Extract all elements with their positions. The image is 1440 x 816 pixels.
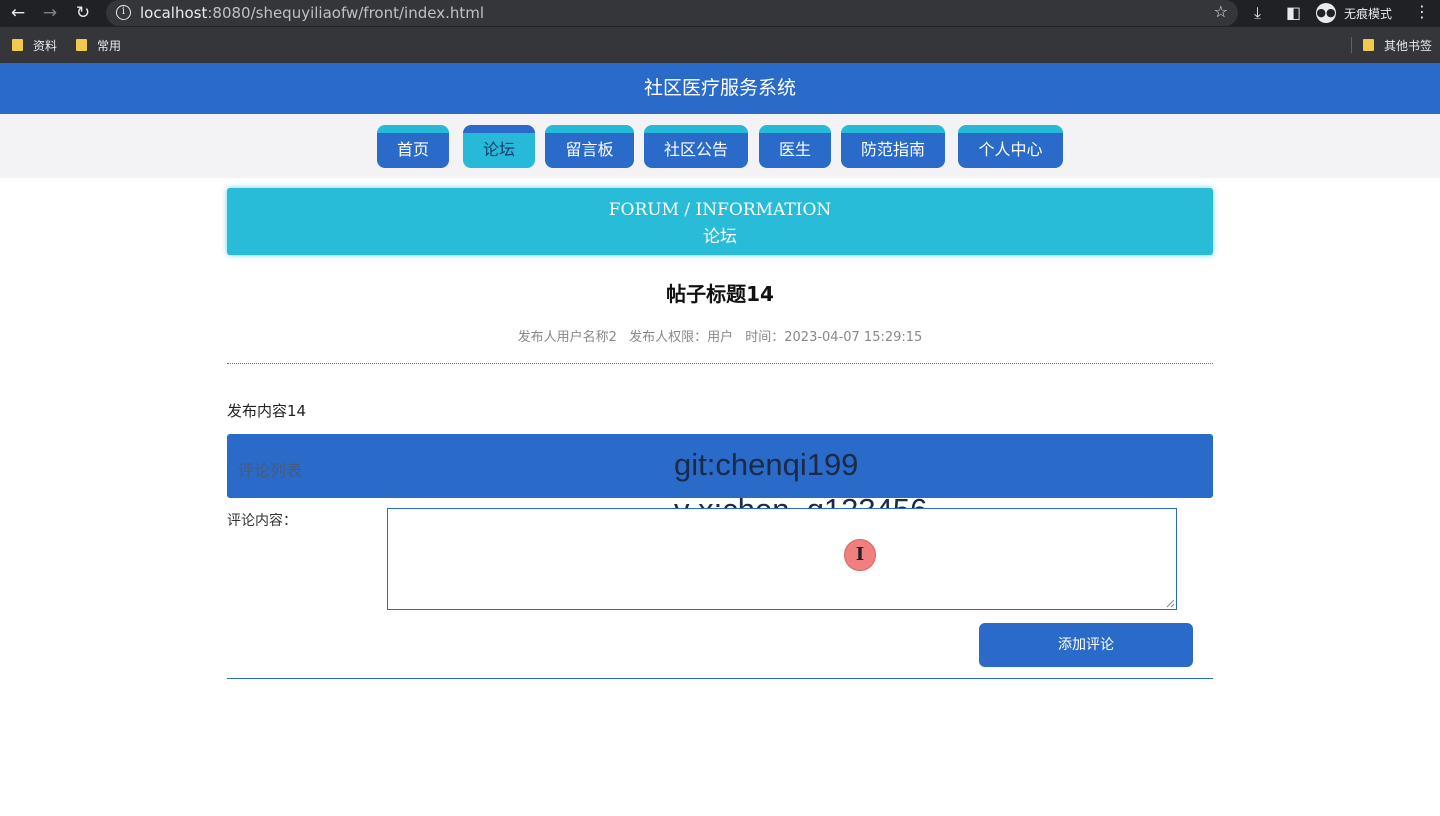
side-panel-icon[interactable]: ◧ bbox=[1286, 3, 1301, 23]
post-author: 发布人用户名称2 bbox=[517, 330, 617, 345]
nav-personal-center[interactable]: 个人中心 bbox=[958, 125, 1063, 168]
section-banner: FORUM / INFORMATION 论坛 bbox=[227, 188, 1213, 255]
nav-home[interactable]: 首页 bbox=[377, 125, 449, 168]
menu-dots-icon[interactable]: ⋮ bbox=[1414, 2, 1430, 21]
bookmark-folder-1[interactable]: 资料 bbox=[12, 37, 57, 54]
folder-icon bbox=[76, 39, 87, 51]
comment-textarea[interactable] bbox=[387, 508, 1177, 610]
add-comment-button[interactable]: 添加评论 bbox=[979, 623, 1193, 667]
text-cursor-icon: I bbox=[844, 539, 876, 571]
nav-announcements[interactable]: 社区公告 bbox=[644, 125, 748, 168]
resize-grip-icon[interactable] bbox=[1165, 598, 1175, 608]
forward-arrow-icon[interactable]: → bbox=[39, 2, 61, 24]
bookmarks-divider bbox=[1351, 37, 1352, 53]
post-role: 发布人权限：用户 bbox=[629, 330, 734, 345]
bottom-divider bbox=[227, 678, 1213, 679]
incognito-icon[interactable]: ●● bbox=[1316, 3, 1336, 23]
comment-field-label: 评论内容： bbox=[227, 513, 297, 529]
post-meta: 发布人用户名称2 发布人权限：用户 时间：2023-04-07 15:29:15 bbox=[0, 326, 1440, 345]
reload-icon[interactable]: ↻ bbox=[72, 2, 94, 24]
nav-message-board[interactable]: 留言板 bbox=[545, 125, 634, 168]
bookmarks-bar: 资料 常用 其他书签 bbox=[0, 27, 1440, 63]
site-title: 社区医疗服务系统 bbox=[0, 63, 1440, 114]
folder-icon bbox=[1363, 39, 1374, 51]
bookmark-folder-2[interactable]: 常用 bbox=[76, 37, 121, 54]
comment-list-label: 评论列表 bbox=[238, 461, 303, 480]
post-time: 时间：2023-04-07 15:29:15 bbox=[745, 330, 923, 345]
nav-prevention-guide[interactable]: 防范指南 bbox=[841, 125, 945, 168]
site-info-icon[interactable]: i bbox=[116, 5, 131, 20]
nav-doctors[interactable]: 医生 bbox=[759, 125, 831, 168]
address-bar[interactable]: i localhost:8080/shequyiliaofw/front/ind… bbox=[106, 0, 1238, 26]
incognito-label[interactable]: 无痕模式 bbox=[1344, 5, 1392, 22]
divider bbox=[227, 363, 1213, 364]
browser-toolbar: ← → ↻ i localhost:8080/shequyiliaofw/fro… bbox=[0, 0, 1440, 27]
download-icon[interactable]: ⤓ bbox=[1254, 3, 1261, 23]
main-nav: 首页 论坛 留言板 社区公告 医生 防范指南 个人中心 bbox=[0, 114, 1440, 178]
post-content: 发布内容14 bbox=[227, 402, 307, 420]
folder-icon bbox=[12, 39, 23, 51]
banner-title-cn: 论坛 bbox=[703, 227, 737, 247]
bookmark-star-icon[interactable]: ☆ bbox=[1214, 2, 1228, 21]
other-bookmarks[interactable]: 其他书签 bbox=[1363, 37, 1432, 54]
watermark-line-1: git:chenqi199 bbox=[674, 447, 859, 482]
post-title: 帖子标题14 bbox=[666, 282, 774, 306]
banner-title-en: FORUM / INFORMATION bbox=[608, 200, 832, 220]
back-arrow-icon[interactable]: ← bbox=[7, 2, 29, 24]
nav-forum[interactable]: 论坛 bbox=[463, 125, 535, 168]
url-text[interactable]: localhost:8080/shequyiliaofw/front/index… bbox=[140, 4, 484, 22]
